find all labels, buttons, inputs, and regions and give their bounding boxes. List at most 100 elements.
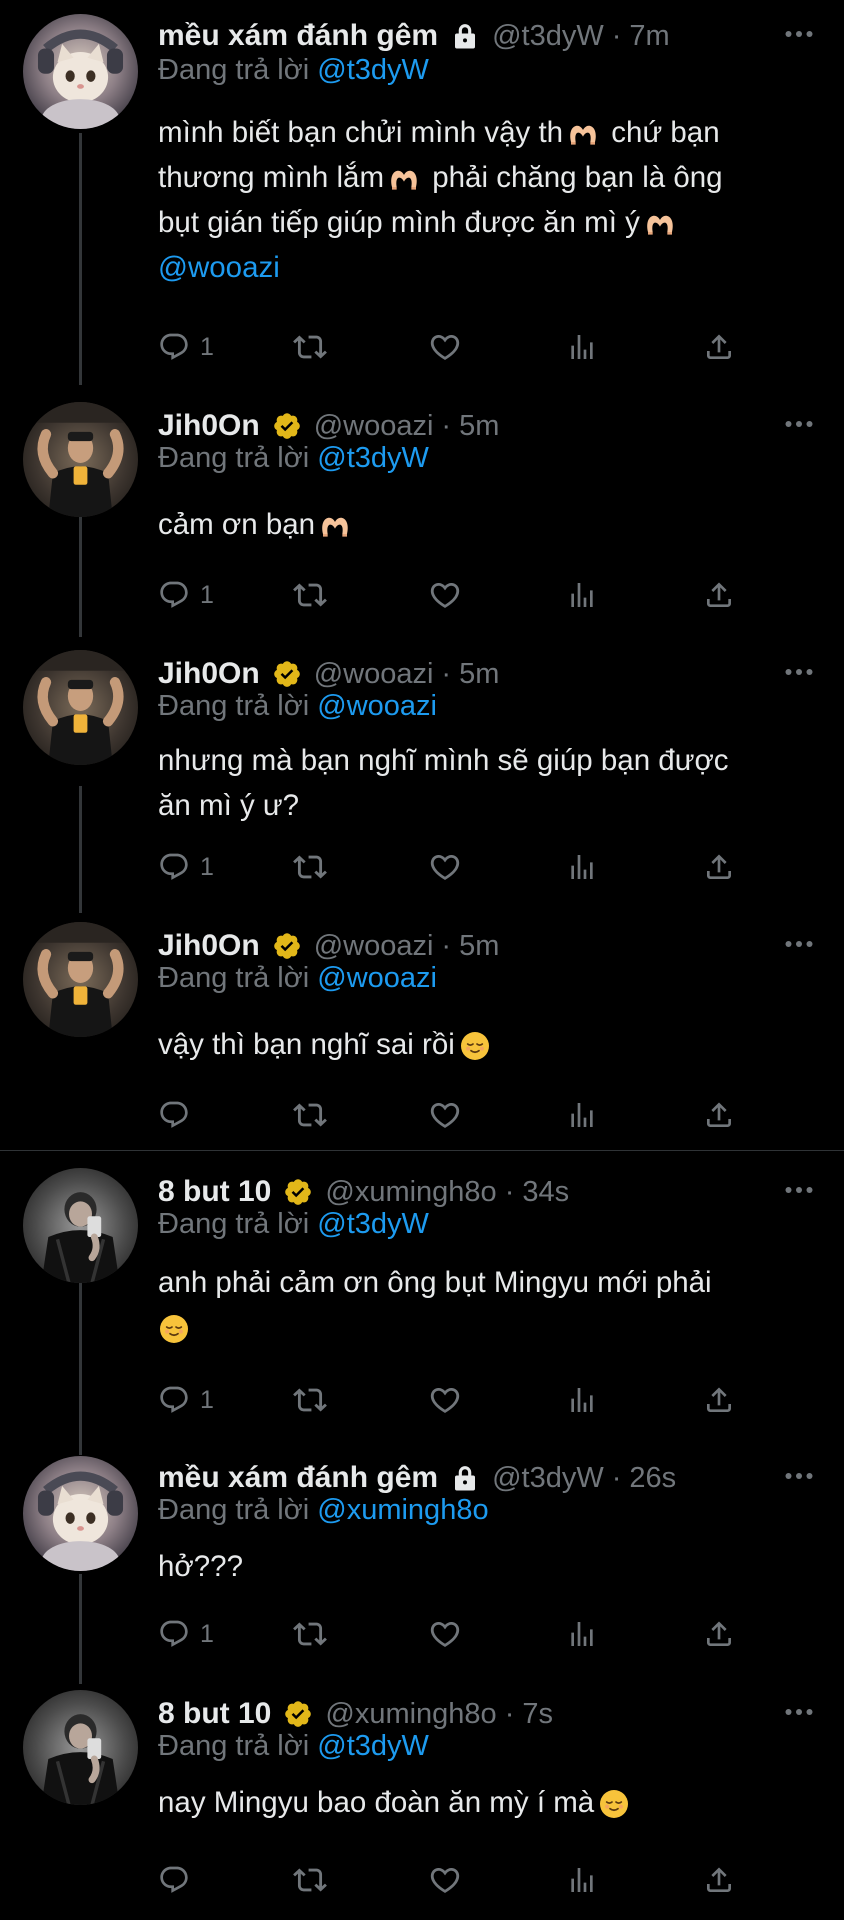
tweet[interactable]: mều xám đánh gêm @t3dyW · 7m Đang trả lờ…: [0, 0, 844, 392]
share-button[interactable]: [703, 1380, 735, 1420]
reply-prefix: Đang trả lời: [158, 442, 310, 474]
like-button[interactable]: [428, 1380, 462, 1420]
tweet[interactable]: Jih0On @wooazi · 5m Đang trả lời @wooazi…: [0, 912, 844, 1150]
share-button[interactable]: [703, 575, 735, 615]
mention-link[interactable]: @wooazi: [158, 251, 280, 284]
views-button[interactable]: [566, 1095, 598, 1135]
reply-button[interactable]: 1: [158, 575, 214, 615]
reply-prefix: Đang trả lời: [158, 1494, 310, 1526]
avatar[interactable]: [23, 14, 138, 129]
display-name[interactable]: Jih0On: [158, 929, 260, 963]
tweet[interactable]: Jih0On @wooazi · 5m Đang trả lời @t3dyW …: [0, 392, 844, 640]
like-button[interactable]: [428, 1095, 462, 1135]
avatar[interactable]: [23, 1168, 138, 1283]
avatar[interactable]: [23, 650, 138, 765]
like-button[interactable]: [428, 1614, 462, 1654]
tweet-actions: [158, 1860, 776, 1900]
display-name[interactable]: 8 but 10: [158, 1697, 271, 1731]
like-button[interactable]: [428, 1860, 462, 1900]
reply-button[interactable]: 1: [158, 847, 214, 887]
reply-icon: [158, 1864, 190, 1896]
share-icon: [703, 579, 735, 611]
handle[interactable]: @wooazi: [314, 930, 434, 963]
timestamp[interactable]: 26s: [629, 1462, 676, 1495]
reply-button[interactable]: [158, 1860, 200, 1900]
share-button[interactable]: [703, 1095, 735, 1135]
reply-mention[interactable]: @t3dyW: [317, 442, 429, 474]
tweet-actions: 1: [158, 1614, 776, 1654]
reply-mention[interactable]: @xumingh8o: [317, 1494, 488, 1526]
handle[interactable]: @xumingh8o: [325, 1698, 496, 1731]
reply-mention[interactable]: @t3dyW: [317, 1730, 429, 1762]
retweet-button[interactable]: [293, 1380, 327, 1420]
tweet[interactable]: 8 but 10 @xumingh8o · 7s Đang trả lời @t…: [0, 1682, 844, 1920]
retweet-icon: [293, 330, 327, 364]
tweet-actions: 1: [158, 847, 776, 887]
views-button[interactable]: [566, 575, 598, 615]
retweet-button[interactable]: [293, 1614, 327, 1654]
more-options-icon[interactable]: [780, 926, 818, 962]
timestamp[interactable]: 7s: [522, 1698, 553, 1731]
like-button[interactable]: [428, 847, 462, 887]
more-options-icon[interactable]: [780, 406, 818, 442]
reply-button[interactable]: 1: [158, 327, 214, 367]
avatar[interactable]: [23, 1690, 138, 1805]
retweet-button[interactable]: [293, 1860, 327, 1900]
retweet-button[interactable]: [293, 575, 327, 615]
share-button[interactable]: [703, 327, 735, 367]
more-options-icon[interactable]: [780, 1694, 818, 1730]
retweet-button[interactable]: [293, 1095, 327, 1135]
share-button[interactable]: [703, 1860, 735, 1900]
reply-prefix: Đang trả lời: [158, 1208, 310, 1240]
tweet[interactable]: 8 but 10 @xumingh8o · 34s Đang trả lời @…: [0, 1150, 844, 1446]
reply-mention[interactable]: @t3dyW: [317, 1208, 429, 1240]
share-icon: [703, 1864, 735, 1896]
tweet[interactable]: Jih0On @wooazi · 5m Đang trả lời @wooazi…: [0, 640, 844, 912]
timestamp[interactable]: 5m: [459, 658, 499, 691]
handle[interactable]: @wooazi: [314, 658, 434, 691]
like-button[interactable]: [428, 575, 462, 615]
retweet-button[interactable]: [293, 847, 327, 887]
views-button[interactable]: [566, 1614, 598, 1654]
more-options-icon[interactable]: [780, 16, 818, 52]
avatar[interactable]: [23, 922, 138, 1037]
like-button[interactable]: [428, 327, 462, 367]
more-options-icon[interactable]: [780, 654, 818, 690]
reply-mention[interactable]: @t3dyW: [317, 54, 429, 86]
tweet[interactable]: mều xám đánh gêm @t3dyW · 26s Đang trả l…: [0, 1446, 844, 1682]
handle[interactable]: @t3dyW: [492, 20, 604, 53]
retweet-button[interactable]: [293, 327, 327, 367]
views-button[interactable]: [566, 847, 598, 887]
timestamp[interactable]: 5m: [459, 930, 499, 963]
display-name[interactable]: 8 but 10: [158, 1175, 271, 1209]
avatar[interactable]: [23, 402, 138, 517]
more-options-icon[interactable]: [780, 1458, 818, 1494]
lock-icon: [450, 21, 480, 51]
reply-button[interactable]: 1: [158, 1380, 214, 1420]
reply-button[interactable]: [158, 1095, 200, 1135]
share-button[interactable]: [703, 847, 735, 887]
views-button[interactable]: [566, 327, 598, 367]
reply-mention[interactable]: @wooazi: [317, 962, 437, 994]
views-button[interactable]: [566, 1380, 598, 1420]
handle[interactable]: @wooazi: [314, 410, 434, 443]
verified-badge-icon: [272, 931, 302, 961]
tweet-text: hở???: [158, 1544, 798, 1589]
timestamp[interactable]: 7m: [629, 20, 669, 53]
timestamp[interactable]: 5m: [459, 410, 499, 443]
more-options-icon[interactable]: [780, 1172, 818, 1208]
handle[interactable]: @xumingh8o: [325, 1176, 496, 1209]
heart-icon: [428, 1383, 462, 1417]
replying-to: Đang trả lời @t3dyW: [158, 1730, 429, 1763]
display-name[interactable]: Jih0On: [158, 409, 260, 443]
share-button[interactable]: [703, 1614, 735, 1654]
display-name[interactable]: mều xám đánh gêm: [158, 1461, 438, 1495]
reply-button[interactable]: 1: [158, 1614, 214, 1654]
views-button[interactable]: [566, 1860, 598, 1900]
avatar[interactable]: [23, 1456, 138, 1571]
display-name[interactable]: Jih0On: [158, 657, 260, 691]
timestamp[interactable]: 34s: [522, 1176, 569, 1209]
handle[interactable]: @t3dyW: [492, 1462, 604, 1495]
display-name[interactable]: mều xám đánh gêm: [158, 19, 438, 53]
reply-mention[interactable]: @wooazi: [317, 690, 437, 722]
